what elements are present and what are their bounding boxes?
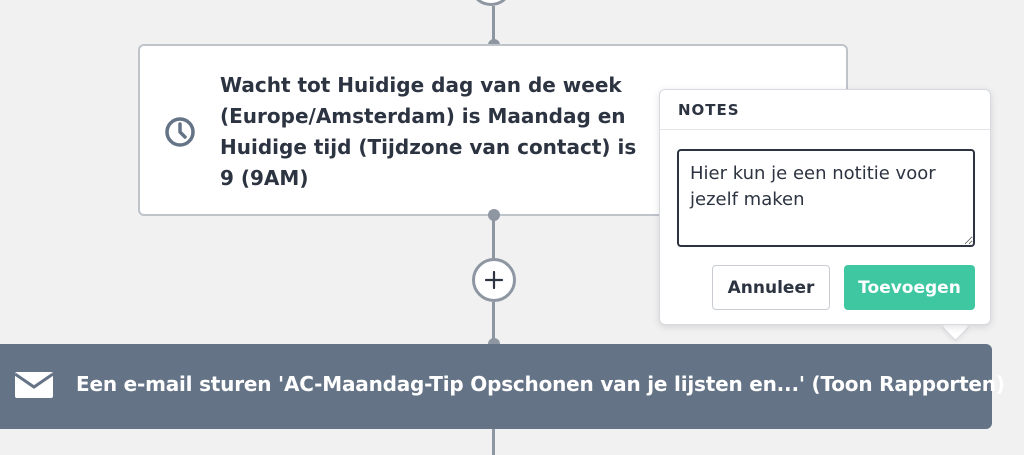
add-step-button[interactable] xyxy=(472,258,516,302)
notes-popover: NOTES Annuleer Toevoegen xyxy=(659,89,991,325)
notes-title: NOTES xyxy=(678,101,740,119)
notes-header: NOTES xyxy=(660,90,990,130)
cancel-button[interactable]: Annuleer xyxy=(712,265,830,310)
previous-step-node[interactable] xyxy=(473,0,509,6)
wait-step-description: Wacht tot Huidige dag van de week (Europ… xyxy=(220,73,637,190)
connector-line xyxy=(492,429,495,455)
envelope-icon xyxy=(14,372,54,398)
connector-line xyxy=(492,216,495,260)
clock-icon xyxy=(165,117,195,147)
notes-textarea[interactable] xyxy=(677,149,975,247)
add-note-button[interactable]: Toevoegen xyxy=(844,265,975,310)
email-step-description: Een e-mail sturen 'AC-Maandag-Tip Opscho… xyxy=(76,372,1005,396)
plus-icon xyxy=(484,270,504,290)
automation-canvas: Wacht tot Huidige dag van de week (Europ… xyxy=(0,0,1024,455)
email-step-card[interactable]: Een e-mail sturen 'AC-Maandag-Tip Opscho… xyxy=(0,344,1005,429)
